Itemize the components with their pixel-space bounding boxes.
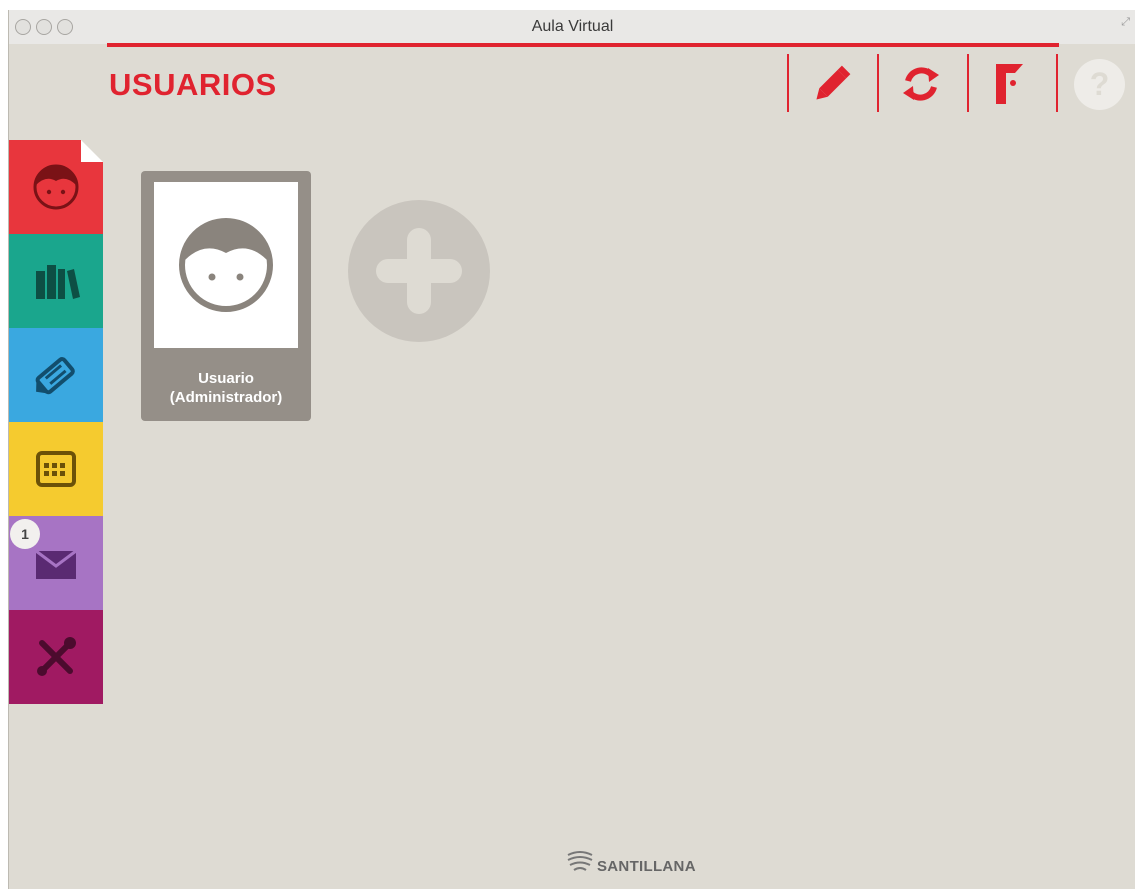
help-icon: ? <box>1089 66 1110 102</box>
flag-icon <box>996 64 1023 104</box>
refresh-icon <box>903 67 939 101</box>
page-title: USUARIOS <box>109 67 277 102</box>
avatar <box>154 182 298 348</box>
add-user-button[interactable] <box>348 200 490 342</box>
user-name-line: Usuario <box>198 370 254 387</box>
app-window: Aula Virtual ⤢ USUARIOS ? 1 Usuario (Adm… <box>8 10 1135 889</box>
pencil-icon <box>816 65 851 100</box>
tools-icon <box>37 637 76 676</box>
notification-badge: 1 <box>10 519 40 549</box>
toolbar-divider <box>967 54 969 112</box>
toolbar-divider <box>787 54 789 112</box>
toolbar-divider <box>877 54 879 112</box>
window-title: Aula Virtual <box>531 18 614 35</box>
flag-button[interactable] <box>984 60 1036 108</box>
books-icon <box>36 265 80 299</box>
sidebar-item-calendar[interactable] <box>9 422 103 516</box>
sidebar-item-settings[interactable] <box>9 610 103 704</box>
brand-name: SANTILLANA <box>597 858 696 875</box>
sidebar-item-users[interactable] <box>9 140 103 234</box>
envelope-icon <box>35 549 77 579</box>
active-tab-fold <box>81 140 103 162</box>
calendar-icon <box>36 451 76 487</box>
title-bar: Aula Virtual ⤢ <box>9 10 1135 44</box>
user-avatar-icon <box>179 218 273 312</box>
header-rule <box>107 43 1059 47</box>
footer-logo: SANTILLANA <box>565 848 696 875</box>
sidebar: 1 <box>9 140 103 704</box>
pencil-tag-icon <box>35 357 75 395</box>
sync-button[interactable] <box>895 60 947 108</box>
sidebar-item-messages[interactable]: 1 <box>9 516 103 610</box>
sidebar-item-notes[interactable] <box>9 328 103 422</box>
user-face-icon <box>33 164 79 210</box>
user-card[interactable]: Usuario (Administrador) <box>141 171 311 421</box>
fullscreen-icon[interactable]: ⤢ <box>1121 16 1130 29</box>
santillana-logo-icon <box>567 850 593 871</box>
user-name: Usuario (Administrador) <box>141 369 311 407</box>
edit-button[interactable] <box>806 60 858 108</box>
user-role-line: (Administrador) <box>169 389 283 406</box>
help-button[interactable]: ? <box>1074 59 1125 110</box>
toolbar-divider <box>1056 54 1058 112</box>
plus-icon <box>407 228 431 314</box>
sidebar-item-library[interactable] <box>9 234 103 328</box>
